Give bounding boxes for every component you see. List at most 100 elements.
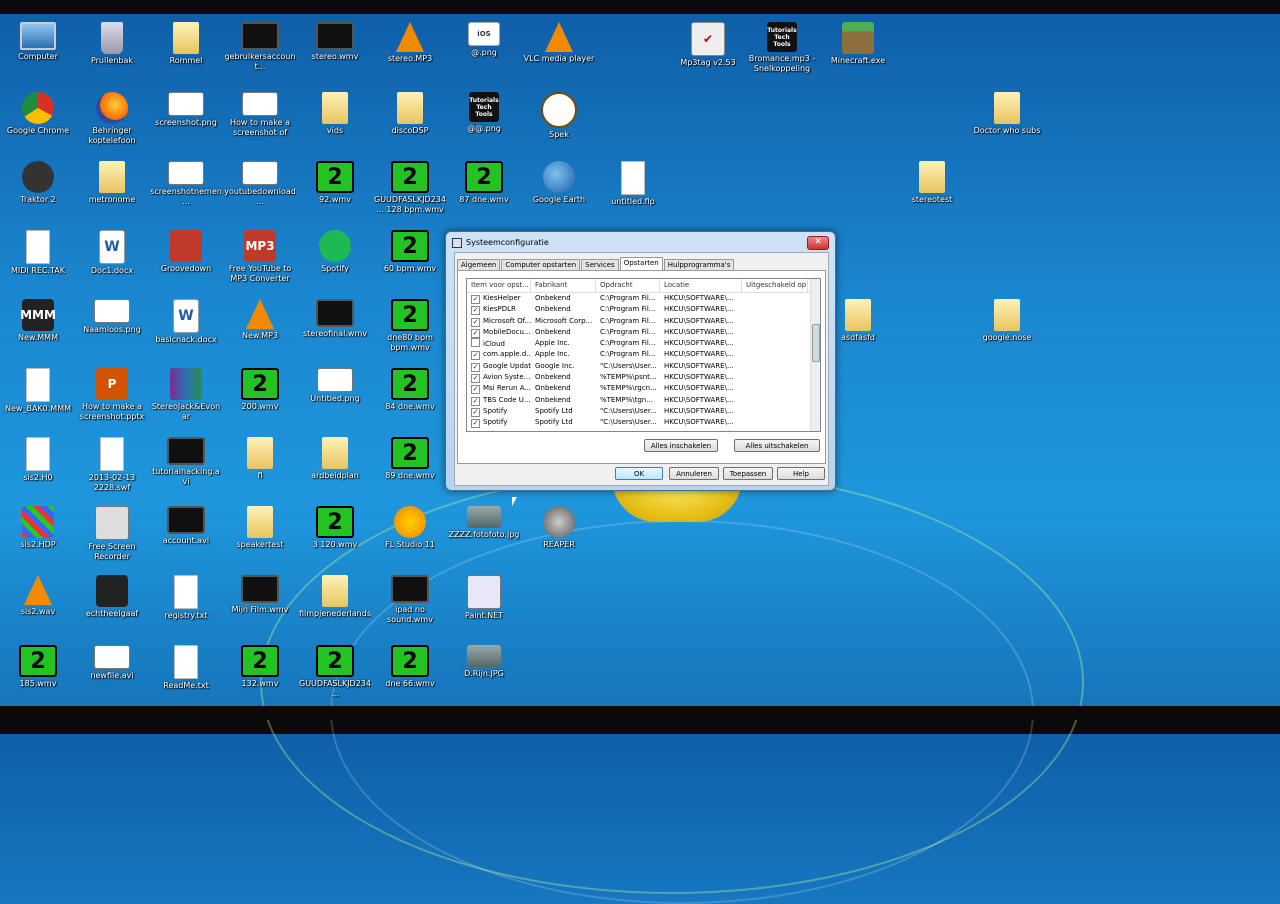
desktop-icon[interactable]: discoDSP: [374, 88, 446, 154]
close-button[interactable]: ✕: [807, 236, 829, 250]
desktop-icon[interactable]: gebruikersaccount...: [224, 18, 296, 84]
desktop-icon[interactable]: VLC media player: [523, 18, 595, 84]
column-header-location[interactable]: Locatie: [660, 279, 742, 292]
table-row[interactable]: ✓ Spotify Spotify Ltd "C:\Users\User... HKCU…: [467, 417, 820, 429]
table-row[interactable]: ✓ MobileDocu... Onbekend C:\Program Fil... H…: [467, 327, 820, 338]
apply-button[interactable]: Toepassen: [723, 467, 773, 480]
desktop-icon[interactable]: 2 87 dne.wmv: [448, 157, 520, 223]
desktop-icon[interactable]: Rommel: [150, 18, 222, 84]
column-header-item[interactable]: Item voor opst...: [467, 279, 531, 292]
desktop-icon[interactable]: Mijn Film.wmv: [224, 571, 296, 637]
enable-all-button[interactable]: Alles inschakelen: [644, 439, 718, 452]
desktop-icon[interactable]: D.Rijn.JPG: [448, 641, 520, 707]
table-row[interactable]: ✓ KiesPDLR Onbekend C:\Program Fil... HKCU\S…: [467, 304, 820, 316]
desktop-icon[interactable]: Groovedown: [150, 226, 222, 292]
table-row[interactable]: ✓ Google Update Google Inc. "C:\Users\User.…: [467, 361, 820, 372]
table-row[interactable]: ✓ Microsoft Of... Microsoft Corp... C:\Prog…: [467, 316, 820, 327]
startup-checkbox[interactable]: ✓: [471, 396, 480, 406]
desktop-icon[interactable]: 2 92.wmv: [299, 157, 371, 223]
desktop-icon[interactable]: ardbeidplan: [299, 433, 371, 499]
table-row[interactable]: ✓ Msi Rerun A... Onbekend %TEMP%\rgcn... HKC…: [467, 383, 820, 395]
desktop-icon[interactable]: MMM New.MMM: [2, 295, 74, 361]
desktop-icon[interactable]: Free Screen Recorder: [76, 502, 148, 568]
desktop-icon[interactable]: ipad no sound.wmv: [374, 571, 446, 637]
desktop-icon[interactable]: sis2.wav: [2, 571, 74, 637]
table-row[interactable]: ✓ TBS Code U... Onbekend %TEMP%\tgn... HKCU\…: [467, 395, 820, 406]
desktop-icon[interactable]: youtubedownload...: [224, 157, 296, 223]
desktop-icon[interactable]: Google Chrome: [2, 88, 74, 154]
tab-opstarten[interactable]: Opstarten: [619, 257, 663, 271]
desktop-icon[interactable]: Untitled.png: [299, 364, 371, 430]
desktop-icon[interactable]: google.nose: [971, 295, 1043, 361]
desktop-icon[interactable]: MIDI REC.TAK: [2, 226, 74, 292]
desktop-icon[interactable]: Doctor who subs: [971, 88, 1043, 154]
column-header-disabled-on[interactable]: Uitgeschakeld op: [742, 279, 808, 292]
desktop-icon[interactable]: REAPER: [523, 502, 595, 568]
desktop-icon[interactable]: metronome: [76, 157, 148, 223]
desktop-icon[interactable]: untitled.flp: [597, 157, 669, 223]
startup-checkbox[interactable]: ✓: [471, 328, 480, 338]
desktop-icon[interactable]: stereo.wmv: [299, 18, 371, 84]
disable-all-button[interactable]: Alles uitschakelen: [734, 439, 820, 452]
desktop-icon[interactable]: Tutorials Tech Tools @@.png: [448, 88, 520, 154]
desktop-icon[interactable]: echtheelgaaf: [76, 571, 148, 637]
desktop-icon[interactable]: stereotest: [896, 157, 968, 223]
desktop-icon[interactable]: FL Studio 11: [374, 502, 446, 568]
desktop-icon[interactable]: New_BAK0.MMM: [2, 364, 74, 430]
desktop-icon[interactable]: How to make a screenshot of yo...: [224, 88, 296, 154]
startup-checkbox[interactable]: [471, 338, 480, 348]
desktop-icon[interactable]: 2 3 120.wmv: [299, 502, 371, 568]
desktop-icon[interactable]: sis2.HDP: [2, 502, 74, 568]
desktop-icon[interactable]: Google Earth: [523, 157, 595, 223]
desktop-icon[interactable]: registry.txt: [150, 571, 222, 637]
desktop-icon[interactable]: Tutorials Tech Tools Bromance.mp3 - Snelk…: [746, 18, 818, 84]
desktop-icon[interactable]: ReadMe.txt: [150, 641, 222, 707]
desktop-icon[interactable]: 2 185.wmv: [2, 641, 74, 707]
desktop-icon[interactable]: ZZZZ.fotofoto.jpg: [448, 502, 520, 568]
desktop-icon[interactable]: 2 132.wmv: [224, 641, 296, 707]
desktop-icon[interactable]: Behringer koptelefoon: [76, 88, 148, 154]
desktop-icon[interactable]: 2 GUUDFASLKJD234...: [299, 641, 371, 707]
list-scrollbar[interactable]: [810, 279, 820, 431]
desktop-icon[interactable]: Prullenbak: [76, 18, 148, 84]
table-row[interactable]: ✓ Avion Syste... Onbekend %TEMP%\psnt... HKC…: [467, 372, 820, 384]
startup-checkbox[interactable]: ✓: [471, 317, 480, 327]
startup-checkbox[interactable]: ✓: [471, 306, 480, 316]
startup-checkbox[interactable]: ✓: [471, 295, 480, 304]
desktop-icon[interactable]: filmpjenederlands: [299, 571, 371, 637]
desktop-icon[interactable]: tutorialhacking.avi: [150, 433, 222, 499]
desktop-icon[interactable]: New.MP3: [224, 295, 296, 361]
startup-checkbox[interactable]: ✓: [471, 362, 480, 372]
desktop-icon[interactable]: Paint.NET: [448, 571, 520, 637]
desktop-icon[interactable]: account.avi: [150, 502, 222, 568]
help-button[interactable]: Help: [777, 467, 825, 480]
desktop-icon[interactable]: vids: [299, 88, 371, 154]
desktop-icon[interactable]: Wbasicnack.docx: [150, 295, 222, 361]
desktop-icon[interactable]: 2 60 bpm.wmv: [374, 226, 446, 292]
desktop-icon[interactable]: stereo.MP3: [374, 18, 446, 84]
column-header-command[interactable]: Opdracht: [596, 279, 660, 292]
desktop-icon[interactable]: StereoJack&Evonar: [150, 364, 222, 430]
column-header-maker[interactable]: Fabrikant: [531, 279, 596, 292]
desktop-icon[interactable]: screenshot.png: [150, 88, 222, 154]
desktop-icon[interactable]: speakertest: [224, 502, 296, 568]
desktop-icon[interactable]: sis2.H0: [2, 433, 74, 499]
desktop-icon[interactable]: W Doc1.docx: [76, 226, 148, 292]
desktop-icon[interactable]: fl: [224, 433, 296, 499]
desktop-icon[interactable]: 2013-02-13 2228.swf: [76, 433, 148, 499]
startup-checkbox[interactable]: ✓: [471, 351, 480, 361]
desktop-icon[interactable]: Computer: [2, 18, 74, 84]
desktop-icon[interactable]: stereofinal.wmv: [299, 295, 371, 361]
startup-checkbox[interactable]: ✓: [471, 407, 480, 417]
table-row[interactable]: iCloud Apple Inc. C:\Program Fil... HKCU\SO…: [467, 338, 820, 349]
table-row[interactable]: ✓ KiesHelper Onbekend C:\Program Fil... HKCU…: [467, 293, 820, 304]
cancel-button[interactable]: Annuleren: [669, 467, 719, 480]
desktop-icon[interactable]: Traktor 2: [2, 157, 74, 223]
desktop-icon[interactable]: Naamloos.png: [76, 295, 148, 361]
desktop-icon[interactable]: MP3 Free YouTube to MP3 Converter: [224, 226, 296, 292]
desktop-icon[interactable]: screenshotnemen...: [150, 157, 222, 223]
startup-checkbox[interactable]: ✓: [471, 430, 480, 431]
desktop-icon[interactable]: 2 dne 66.wmv: [374, 641, 446, 707]
desktop-icon[interactable]: 2 200.wmv: [224, 364, 296, 430]
desktop-icon[interactable]: 2 dne80 bpm bpm.wmv: [374, 295, 446, 361]
